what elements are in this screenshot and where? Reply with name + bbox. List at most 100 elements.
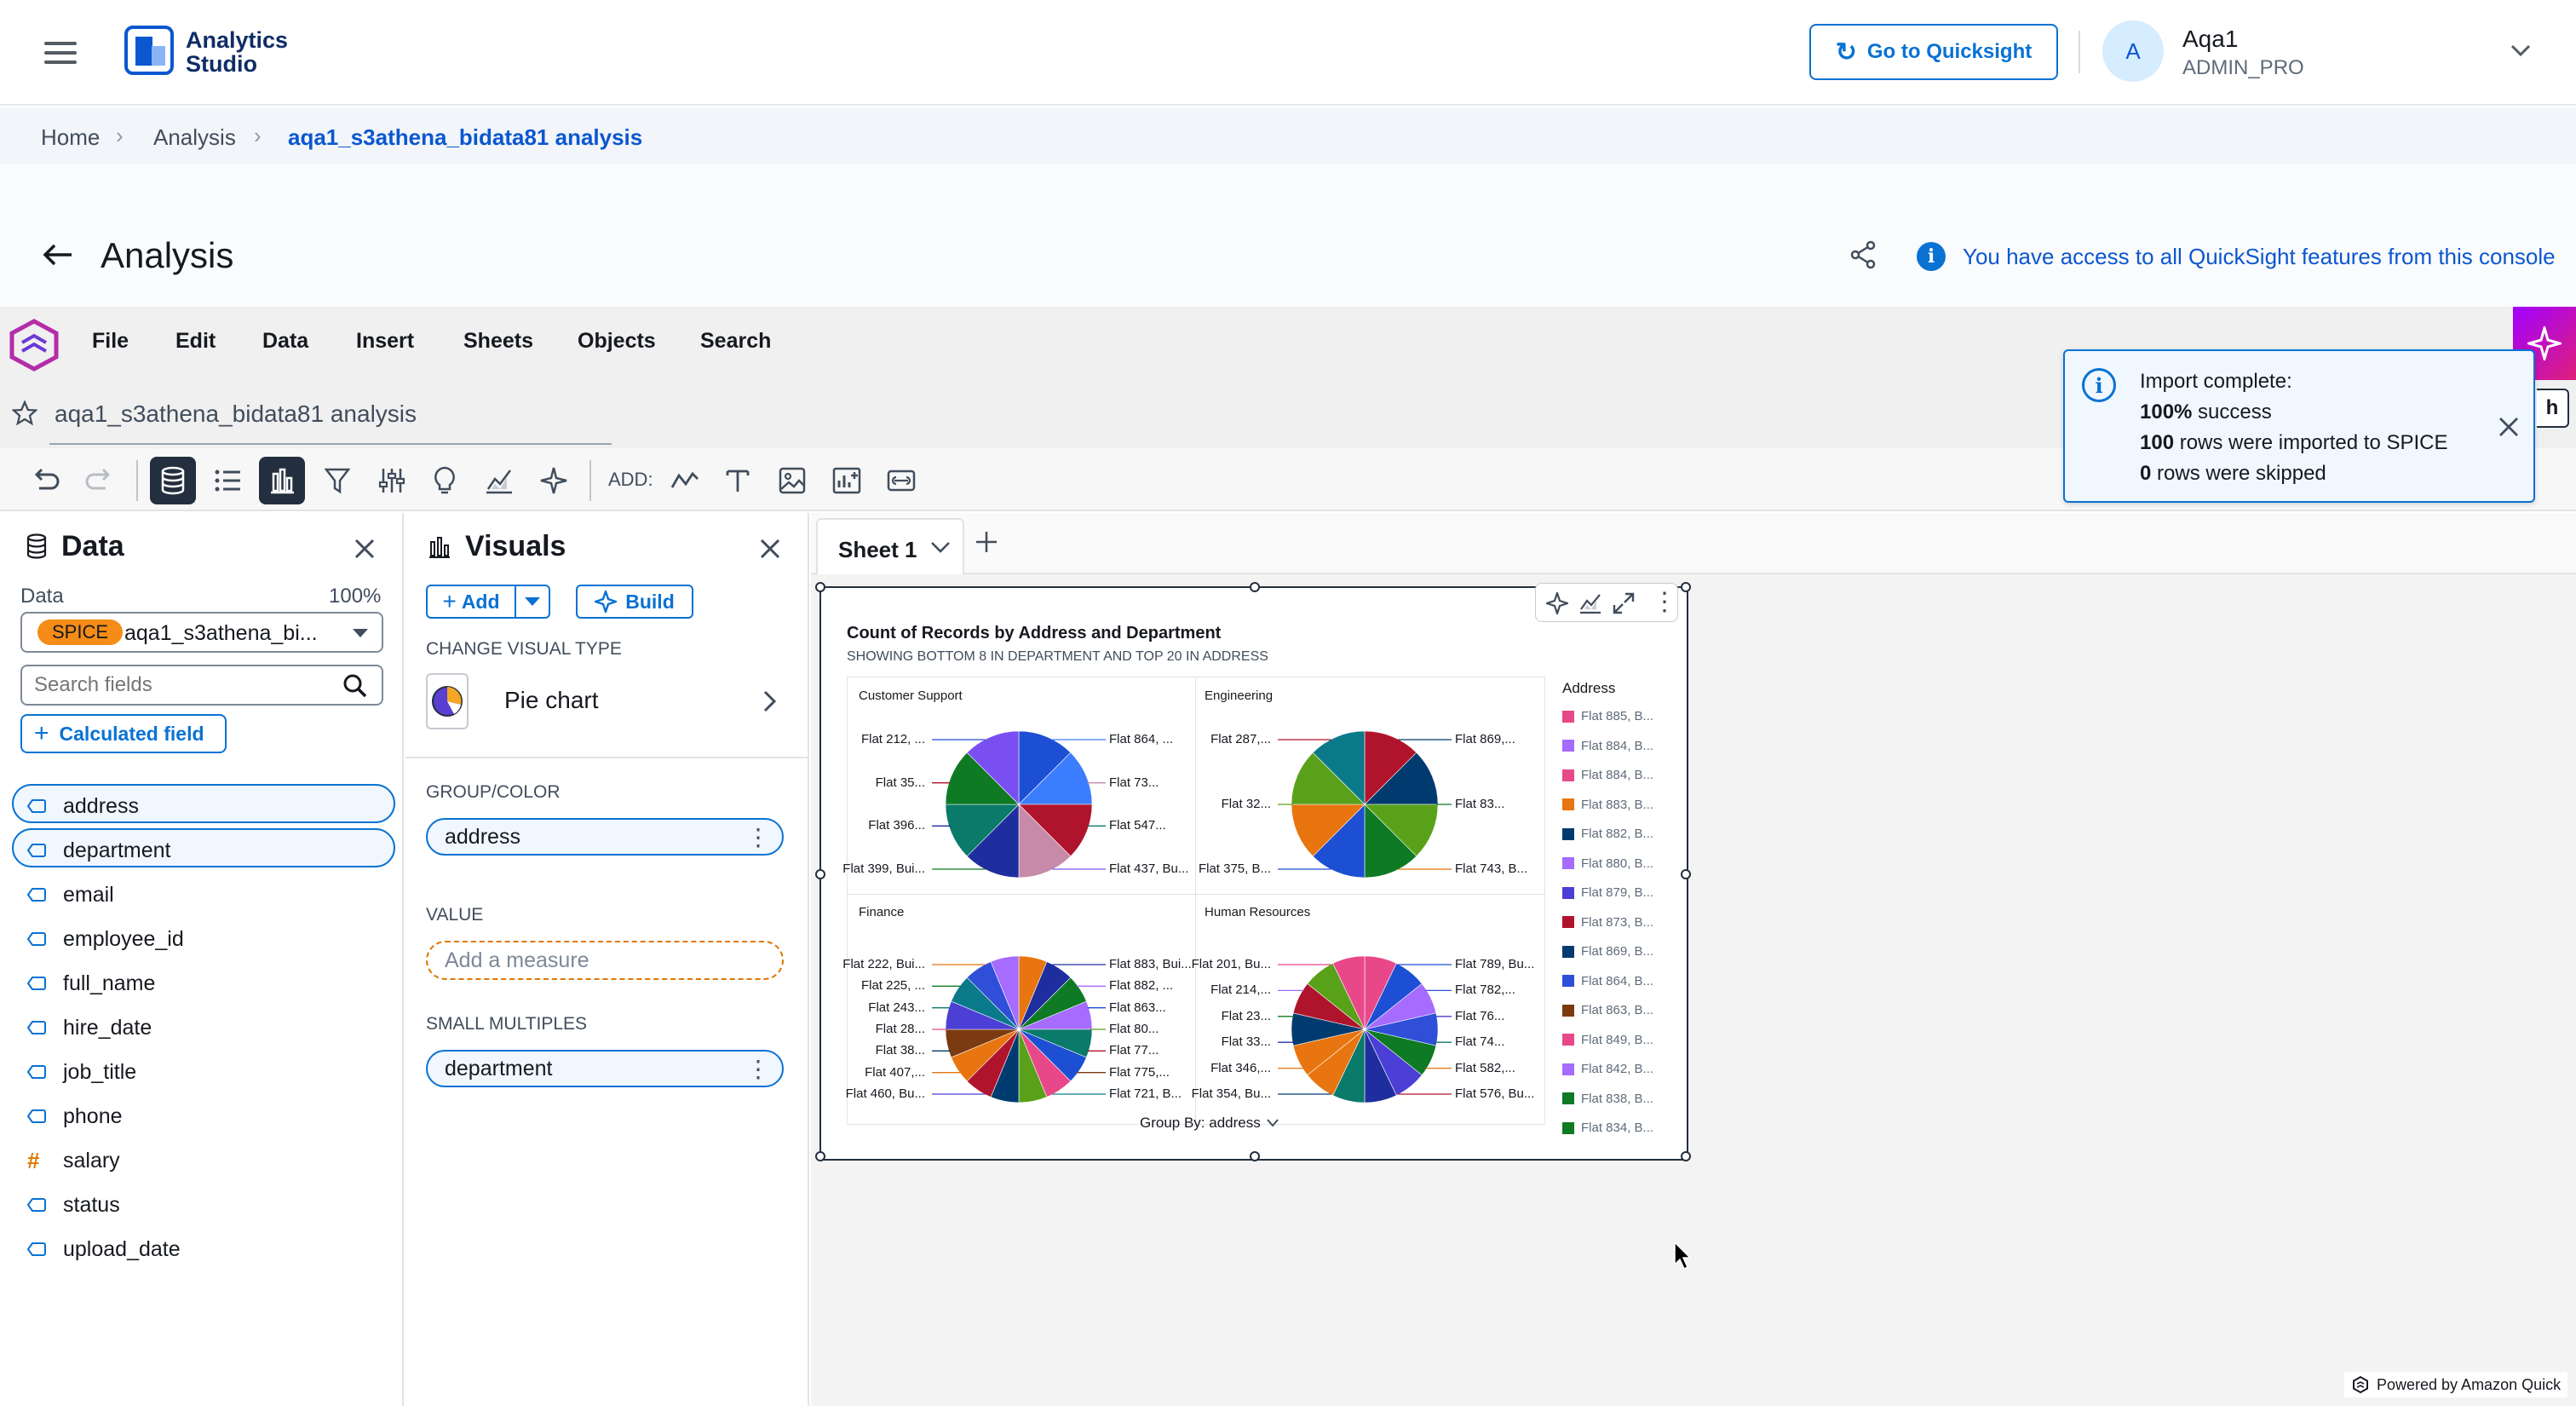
analysis-name[interactable]: aqa1_s3athena_bidata81 analysis (55, 400, 417, 428)
close-icon[interactable] (353, 537, 377, 561)
group-color-field-well[interactable]: address ⋮ (426, 818, 784, 856)
legend-item[interactable]: Flat 879, B... (1562, 885, 1653, 900)
tab-sheet-1[interactable]: Sheet 1 (816, 518, 964, 574)
legend-item[interactable]: Flat 849, B... (1562, 1033, 1653, 1047)
add-measure-drop-target[interactable]: Add a measure (426, 941, 784, 980)
pie-slice-label: Flat 346,... (1210, 1060, 1271, 1075)
breadcrumb-home[interactable]: Home (41, 124, 100, 151)
calculated-field-button[interactable]: + Calculated field (20, 714, 227, 753)
field-item-full-name[interactable]: full_name (27, 965, 155, 1002)
search-icon[interactable] (342, 673, 368, 699)
search-fields-text[interactable] (34, 671, 324, 699)
legend-item[interactable]: Flat 883, B... (1562, 798, 1653, 812)
partially-hidden-button[interactable]: h (2537, 389, 2569, 428)
menu-data[interactable]: Data (262, 329, 308, 354)
filter-icon[interactable] (320, 464, 354, 498)
breadcrumb-current[interactable]: aqa1_s3athena_bidata81 analysis (288, 124, 642, 151)
resize-handle[interactable] (815, 582, 825, 592)
add-text-icon[interactable] (721, 464, 755, 498)
add-image-icon[interactable] (775, 464, 809, 498)
resize-handle[interactable] (1250, 1151, 1260, 1161)
star-icon[interactable] (12, 400, 37, 426)
field-item-job-title[interactable]: job_title (27, 1053, 136, 1091)
legend-swatch (1562, 886, 1574, 899)
chevron-down-icon[interactable] (2508, 37, 2533, 63)
parameters-icon[interactable] (375, 464, 409, 498)
pie-slice-label: Flat 77... (1109, 1043, 1159, 1058)
resize-handle[interactable] (1681, 582, 1691, 592)
field-item-upload-date[interactable]: upload_date (27, 1230, 181, 1268)
legend-item[interactable]: Flat 873, B... (1562, 915, 1653, 930)
data-pane-toggle[interactable] (150, 457, 196, 504)
field-item-department[interactable]: department (27, 832, 170, 869)
legend-item[interactable]: Flat 885, B... (1562, 709, 1653, 723)
add-visual-dropdown[interactable] (515, 585, 550, 619)
back-arrow-icon[interactable] (41, 242, 75, 268)
legend-label: Flat 883, B... (1581, 797, 1654, 812)
more-options-icon[interactable]: ⋮ (746, 1055, 770, 1083)
forecast-icon[interactable] (482, 464, 516, 498)
avatar[interactable]: A (2102, 20, 2164, 82)
legend-label: Flat 873, B... (1581, 914, 1654, 930)
menu-edit[interactable]: Edit (175, 329, 216, 354)
legend-item[interactable]: Flat 882, B... (1562, 827, 1653, 841)
resize-handle[interactable] (1681, 1151, 1691, 1161)
redo-icon[interactable] (82, 464, 116, 498)
sparkle-icon[interactable] (537, 464, 571, 498)
dataset-select[interactable]: SPICE aqa1_s3athena_bi... (20, 612, 383, 653)
share-icon[interactable] (1849, 240, 1877, 269)
group-by-control[interactable]: Group By: address (1140, 1115, 1279, 1132)
field-item-address[interactable]: address (27, 787, 139, 825)
resize-handle[interactable] (1681, 869, 1691, 879)
visual-container[interactable]: ⋮ Count of Records by Address and Depart… (815, 582, 1691, 1161)
add-visual-button[interactable]: + Add (426, 585, 516, 619)
section-divider (405, 757, 808, 758)
go-to-quicksight-button[interactable]: ↻ Go to Quicksight (1809, 24, 2058, 80)
legend-item[interactable]: Flat 884, B... (1562, 739, 1653, 753)
breadcrumb-analysis[interactable]: Analysis (153, 124, 236, 151)
legend-item[interactable]: Flat 863, B... (1562, 1003, 1653, 1017)
resize-handle[interactable] (815, 1151, 825, 1161)
menu-sheets[interactable]: Sheets (463, 329, 533, 354)
field-item-employee-id[interactable]: employee_id (27, 920, 184, 958)
pie-slice-label: Flat 28... (875, 1022, 925, 1036)
legend-item[interactable]: Flat 880, B... (1562, 856, 1653, 871)
menu-objects[interactable]: Objects (578, 329, 656, 354)
add-embed-icon[interactable] (884, 464, 918, 498)
resize-handle[interactable] (815, 869, 825, 879)
menu-file[interactable]: File (92, 329, 129, 354)
visuals-pane-toggle[interactable] (259, 457, 305, 504)
insights-bulb-icon[interactable] (428, 464, 462, 498)
resize-handle[interactable] (1250, 582, 1260, 592)
add-line-icon[interactable] (668, 464, 702, 498)
undo-icon[interactable] (29, 464, 63, 498)
more-options-icon[interactable]: ⋮ (746, 823, 770, 851)
legend-item[interactable]: Flat 838, B... (1562, 1092, 1653, 1106)
menu-search[interactable]: Search (700, 329, 771, 354)
legend-item[interactable]: Flat 864, B... (1562, 974, 1653, 988)
legend-item[interactable]: Flat 842, B... (1562, 1062, 1653, 1076)
breadcrumb: Home › Analysis › aqa1_s3athena_bidata81… (0, 107, 2576, 164)
add-sheet-icon[interactable] (973, 528, 1000, 556)
build-button[interactable]: Build (576, 585, 693, 619)
legend-item[interactable]: Flat 884, B... (1562, 768, 1653, 782)
close-icon[interactable] (758, 537, 782, 561)
dimension-tag-icon (27, 1242, 49, 1257)
visual-type-selector[interactable]: Pie chart (426, 673, 792, 733)
hamburger-menu-icon[interactable] (44, 36, 77, 70)
chevron-down-icon[interactable] (930, 540, 951, 554)
search-fields-input[interactable] (20, 665, 383, 706)
field-item-phone[interactable]: phone (27, 1098, 123, 1135)
field-item-hire-date[interactable]: hire_date (27, 1009, 152, 1046)
field-item-salary[interactable]: # salary (27, 1142, 120, 1179)
legend-label: Flat 838, B... (1581, 1091, 1654, 1106)
field-item-email[interactable]: email (27, 876, 114, 913)
field-item-status[interactable]: status (27, 1186, 120, 1224)
add-visual-icon[interactable] (830, 464, 864, 498)
small-multiples-field-well[interactable]: department ⋮ (426, 1050, 784, 1087)
legend-item[interactable]: Flat 834, B... (1562, 1121, 1653, 1135)
legend-item[interactable]: Flat 869, B... (1562, 944, 1653, 959)
close-icon[interactable] (2498, 416, 2520, 438)
menu-insert[interactable]: Insert (356, 329, 414, 354)
list-icon[interactable] (211, 464, 245, 498)
